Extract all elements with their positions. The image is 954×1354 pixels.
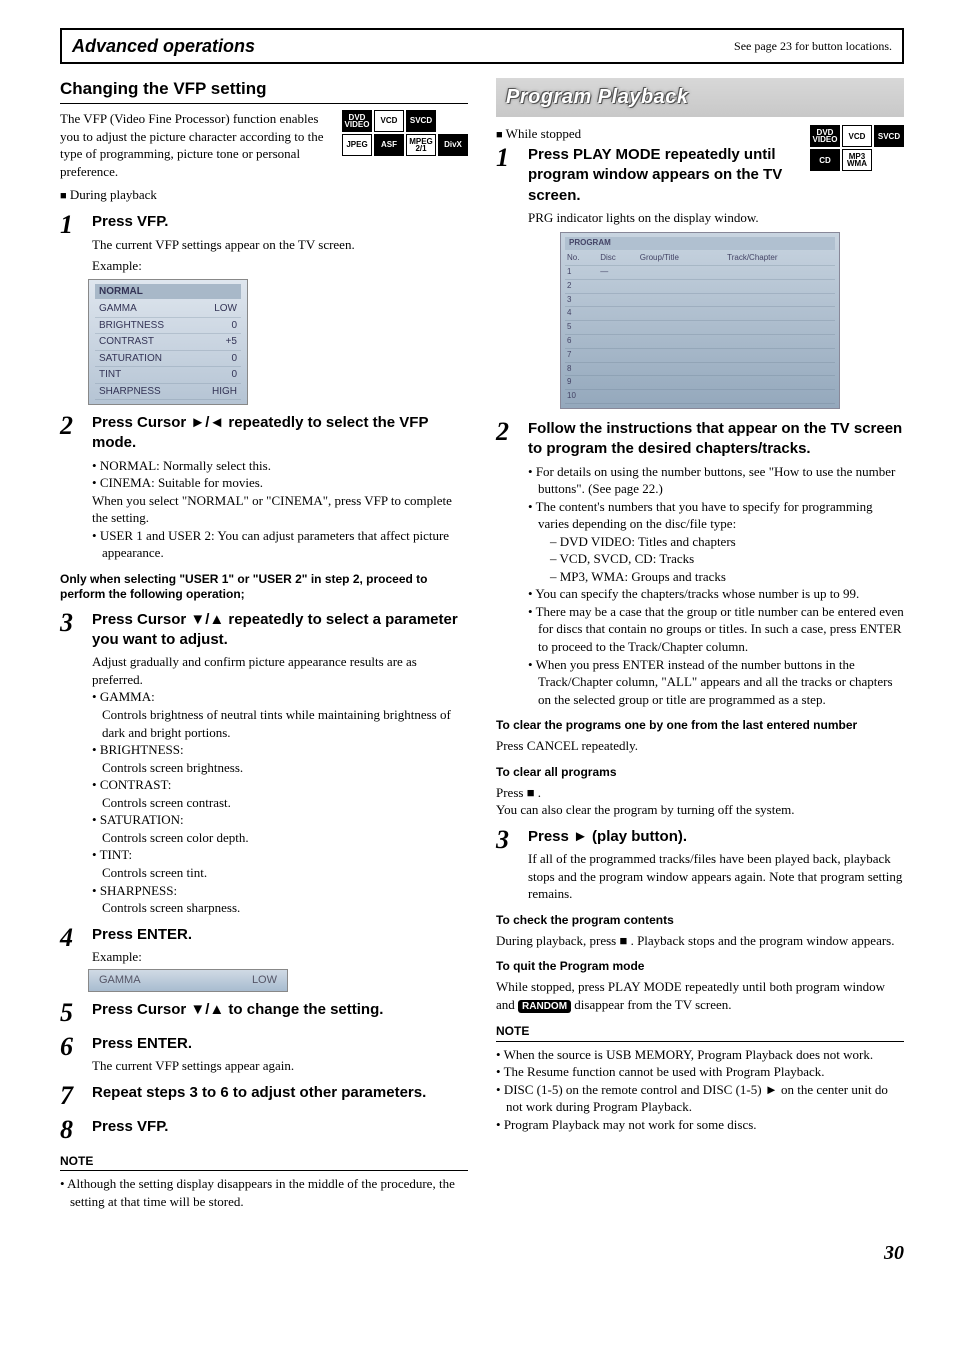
step-head: Press VFP. <box>92 1117 468 1137</box>
param-item: BRIGHTNESS:Controls screen brightness. <box>92 741 468 776</box>
step-head: Press VFP. <box>92 212 468 232</box>
step-number: 5 <box>60 1000 82 1026</box>
step-head: Repeat steps 3 to 6 to adjust other para… <box>92 1083 468 1103</box>
step-number: 1 <box>496 145 518 226</box>
sub2-text2: You can also clear the program by turnin… <box>496 801 904 819</box>
step-head: Press ENTER. <box>92 1034 468 1054</box>
note-item: DISC (1-5) on the remote control and DIS… <box>496 1081 904 1116</box>
step1-right-line: PRG indicator lights on the display wind… <box>528 209 802 227</box>
header-note: See page 23 for button locations. <box>734 38 892 54</box>
note-item: Program Playback may not work for some d… <box>496 1116 904 1134</box>
badge-svcd: SVCD <box>406 110 436 132</box>
badge-mpeg: MPEG 2/1 <box>406 134 436 156</box>
mid-bold-note: Only when selecting "USER 1" or "USER 2"… <box>60 572 468 602</box>
bullet: When you press ENTER instead of the numb… <box>528 656 904 709</box>
program-window-screenshot: PROGRAM No.DiscGroup/TitleTrack/Chapter … <box>560 232 840 409</box>
vfp-osd-example: NORMAL GAMMALOW BRIGHTNESS0 CONTRAST+5 S… <box>88 279 248 406</box>
step-number: 7 <box>60 1083 82 1109</box>
param-item: TINT:Controls screen tint. <box>92 846 468 881</box>
note-heading: NOTE <box>496 1023 904 1041</box>
format-badges-right: DVD VIDEO VCD SVCD CD MP3 WMA <box>810 125 904 171</box>
step-number: 3 <box>60 610 82 917</box>
bullet: For details on using the number buttons,… <box>528 463 904 498</box>
gamma-bar-example: GAMMALOW <box>88 969 288 992</box>
osd-title: NORMAL <box>95 284 241 300</box>
step-number: 2 <box>60 413 82 562</box>
sub2-text1: Press ■ . <box>496 784 904 802</box>
badge-dvd-video: DVD VIDEO <box>810 125 840 147</box>
left-column: Changing the VFP setting The VFP (Video … <box>60 78 468 1210</box>
bullet: USER 1 and USER 2: You can adjust parame… <box>92 527 468 562</box>
step-number: 8 <box>60 1117 82 1143</box>
step-number: 4 <box>60 925 82 966</box>
program-playback-banner: Program Playback <box>496 78 904 117</box>
step-number: 2 <box>496 419 518 708</box>
subhead-clear-all: To clear all programs <box>496 765 904 780</box>
param-item: SHARPNESS:Controls screen sharpness. <box>92 882 468 917</box>
vfp-intro: The VFP (Video Fine Processor) function … <box>60 110 334 180</box>
bullet: CINEMA: Suitable for movies. <box>92 474 468 492</box>
sub4-text: While stopped, press PLAY MODE repeatedl… <box>496 978 904 1013</box>
page-number: 30 <box>60 1240 904 1267</box>
param-item: CONTRAST:Controls screen contrast. <box>92 776 468 811</box>
step-head: Press ► (play button). <box>528 827 904 847</box>
badge-mp3-wma: MP3 WMA <box>842 149 872 171</box>
step-head: Press ENTER. <box>92 925 468 945</box>
subhead-check: To check the program contents <box>496 913 904 928</box>
example-label: Example: <box>92 948 468 966</box>
badge-asf: ASF <box>374 134 404 156</box>
step3-right-line: If all of the programmed tracks/files ha… <box>528 850 904 903</box>
badge-cd: CD <box>810 149 840 171</box>
note-item: The Resume function cannot be used with … <box>496 1063 904 1081</box>
random-chip-icon: RANDOM <box>518 1000 571 1014</box>
subhead-quit: To quit the Program mode <box>496 959 904 974</box>
bullet: There may be a case that the group or ti… <box>528 603 904 656</box>
format-badges-left: DVD VIDEO VCD SVCD JPEG ASF MPEG 2/1 Div… <box>342 110 468 156</box>
step-head: Press Cursor ▼/▲ repeatedly to select a … <box>92 610 468 651</box>
badge-vcd: VCD <box>374 110 404 132</box>
badge-vcd: VCD <box>842 125 872 147</box>
note-item: When the source is USB MEMORY, Program P… <box>496 1046 904 1064</box>
step-head: Follow the instructions that appear on t… <box>528 419 904 460</box>
bullet: NORMAL: Normally select this. <box>92 457 468 475</box>
dash-item: MP3, WMA: Groups and tracks <box>550 568 904 586</box>
dash-item: DVD VIDEO: Titles and chapters <box>550 533 904 551</box>
bullet: The content's numbers that you have to s… <box>528 498 904 586</box>
badge-svcd: SVCD <box>874 125 904 147</box>
step-number: 1 <box>60 212 82 274</box>
badge-jpeg: JPEG <box>342 134 372 156</box>
example-label: Example: <box>92 257 468 275</box>
step-head: Press Cursor ▼/▲ to change the setting. <box>92 1000 468 1020</box>
step6-line: The current VFP settings appear again. <box>92 1057 468 1075</box>
note-item: Although the setting display disappears … <box>60 1175 468 1210</box>
dash-item: VCD, SVCD, CD: Tracks <box>550 550 904 568</box>
bullet: You can specify the chapters/tracks whos… <box>528 585 904 603</box>
step-head: Press Cursor ►/◄ repeatedly to select th… <box>92 413 468 454</box>
badge-divx: DivX <box>438 134 468 156</box>
step-head: Press PLAY MODE repeatedly until program… <box>528 145 802 206</box>
badge-dvd-video: DVD VIDEO <box>342 110 372 132</box>
step-number: 6 <box>60 1034 82 1075</box>
step3-intro: Adjust gradually and confirm picture app… <box>92 653 468 688</box>
header-title: Advanced operations <box>72 34 255 58</box>
context-while-stopped: ■ While stopped <box>496 125 802 143</box>
right-column: Program Playback ■ While stopped 1 Press… <box>496 78 904 1210</box>
step2-line: When you select "NORMAL" or "CINEMA", pr… <box>92 492 468 527</box>
step-number: 3 <box>496 827 518 903</box>
sub1-text: Press CANCEL repeatedly. <box>496 737 904 755</box>
context-during-playback: ■ During playback <box>60 186 468 204</box>
param-item: SATURATION:Controls screen color depth. <box>92 811 468 846</box>
sub3-text: During playback, press ■ . Playback stop… <box>496 932 904 950</box>
header-bar: Advanced operations See page 23 for butt… <box>60 28 904 64</box>
param-item: GAMMA:Controls brightness of neutral tin… <box>92 688 468 741</box>
subhead-clear-one: To clear the programs one by one from th… <box>496 718 904 733</box>
note-heading: NOTE <box>60 1153 468 1171</box>
section-title-vfp: Changing the VFP setting <box>60 78 468 104</box>
step1-line: The current VFP settings appear on the T… <box>92 236 468 254</box>
